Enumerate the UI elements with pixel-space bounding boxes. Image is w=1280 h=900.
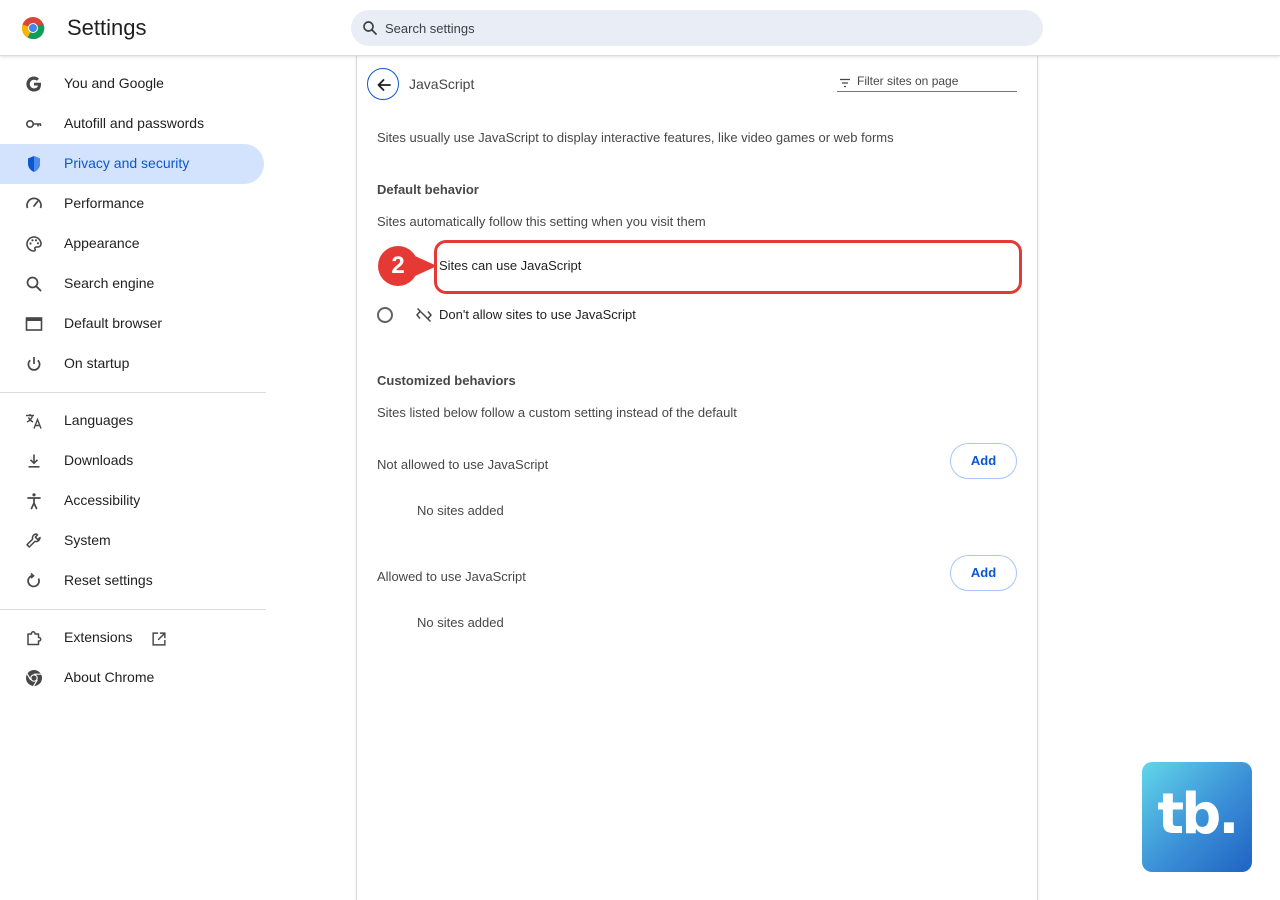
javascript-settings-card: JavaScript Sites usually use JavaScript … [356, 56, 1038, 900]
reset-icon [27, 572, 40, 588]
sidebar-item-label: Downloads [64, 452, 134, 468]
sidebar-item-performance[interactable]: Performance [0, 184, 264, 224]
add-not-allowed-site-button[interactable]: Add [950, 443, 1017, 479]
customized-behaviors-subtitle: Sites listed below follow a custom setti… [377, 405, 737, 420]
sidebar-item-label: Performance [64, 195, 145, 211]
sidebar-item-privacy-security[interactable]: Privacy and security [0, 144, 264, 184]
sidebar-item-label: You and Google [64, 75, 164, 91]
page-title: JavaScript [409, 76, 475, 92]
puzzle-icon [27, 631, 42, 646]
step-highlight-box [434, 240, 1022, 294]
arrow-back-icon [377, 79, 391, 91]
filter-sites-input[interactable] [857, 72, 1017, 90]
sidebar-item-system[interactable]: System [0, 521, 264, 561]
google-g-icon [26, 76, 41, 92]
step-number-badge: 2 [378, 246, 418, 286]
sidebar-item-appearance[interactable]: Appearance [0, 224, 264, 264]
back-button[interactable] [367, 68, 399, 100]
sidebar-item-languages[interactable]: Languages [0, 401, 264, 441]
sidebar-nav: You and Google Autofill and passwords Pr… [0, 56, 266, 900]
wrench-icon [26, 533, 41, 548]
key-icon [25, 120, 42, 129]
customized-behaviors-heading: Customized behaviors [377, 373, 516, 388]
sidebar-item-label: Search engine [64, 275, 155, 291]
sidebar-item-label: System [64, 532, 111, 548]
filter-sites-field[interactable] [837, 72, 1017, 92]
browser-window-icon [25, 317, 43, 331]
search-icon [26, 276, 42, 292]
sidebar-item-label: Default browser [64, 315, 163, 331]
sidebar-item-about-chrome[interactable]: About Chrome [0, 658, 264, 698]
download-icon [28, 454, 40, 468]
sidebar-item-label: Languages [64, 412, 134, 428]
sidebar-item-label: Privacy and security [64, 155, 190, 171]
sidebar-item-label: Appearance [64, 235, 140, 251]
search-input[interactable] [385, 10, 1025, 46]
not-allowed-empty-text: No sites added [417, 503, 504, 518]
option-block-javascript[interactable]: Don't allow sites to use JavaScript [439, 307, 636, 322]
brand-logo-text: tb. [1157, 782, 1239, 847]
chrome-logo-icon [21, 17, 45, 40]
sidebar-item-autofill[interactable]: Autofill and passwords [0, 104, 264, 144]
translate-icon [26, 414, 42, 429]
sidebar-divider [0, 609, 266, 610]
allowed-list-label: Allowed to use JavaScript [377, 569, 526, 584]
palette-icon [26, 236, 42, 252]
sidebar-item-you-and-google[interactable]: You and Google [0, 64, 264, 104]
sidebar-item-reset-settings[interactable]: Reset settings [0, 561, 264, 601]
sidebar-item-label: About Chrome [64, 669, 155, 685]
app-header: Settings [0, 0, 1280, 56]
allowed-empty-text: No sites added [417, 615, 504, 630]
app-title: Settings [67, 15, 147, 40]
step-pointer-arrow [415, 256, 437, 276]
sidebar-item-on-startup[interactable]: On startup [0, 344, 264, 384]
add-allowed-site-button[interactable]: Add [950, 555, 1017, 591]
not-allowed-list-label: Not allowed to use JavaScript [377, 457, 549, 472]
sidebar-item-extensions[interactable]: Extensions [0, 618, 264, 658]
sidebar-item-label: Reset settings [64, 572, 153, 588]
page-description: Sites usually use JavaScript to display … [377, 130, 894, 145]
external-link-icon[interactable] [150, 630, 168, 648]
accessibility-icon [27, 493, 41, 510]
search-bar[interactable] [351, 10, 1043, 46]
sidebar-item-label: Extensions [64, 629, 133, 645]
search-icon [363, 21, 377, 35]
sidebar-item-accessibility[interactable]: Accessibility [0, 481, 264, 521]
radio-block-javascript[interactable] [377, 307, 393, 323]
sidebar-divider [0, 392, 266, 393]
filter-icon [840, 78, 850, 88]
default-behavior-subtitle: Sites automatically follow this setting … [377, 214, 706, 229]
chrome-icon [26, 670, 42, 687]
speedometer-icon [26, 197, 42, 209]
power-icon [27, 357, 41, 371]
brand-logo: tb. [1142, 762, 1252, 872]
sidebar-item-search-engine[interactable]: Search engine [0, 264, 264, 304]
default-behavior-heading: Default behavior [377, 182, 479, 197]
sidebar-item-label: Accessibility [64, 492, 141, 508]
sidebar-item-default-browser[interactable]: Default browser [0, 304, 264, 344]
javascript-blocked-icon [416, 307, 432, 323]
sidebar-item-label: Autofill and passwords [64, 115, 205, 131]
sidebar-item-label: On startup [64, 355, 130, 371]
sidebar-item-downloads[interactable]: Downloads [0, 441, 264, 481]
shield-icon [28, 156, 40, 172]
